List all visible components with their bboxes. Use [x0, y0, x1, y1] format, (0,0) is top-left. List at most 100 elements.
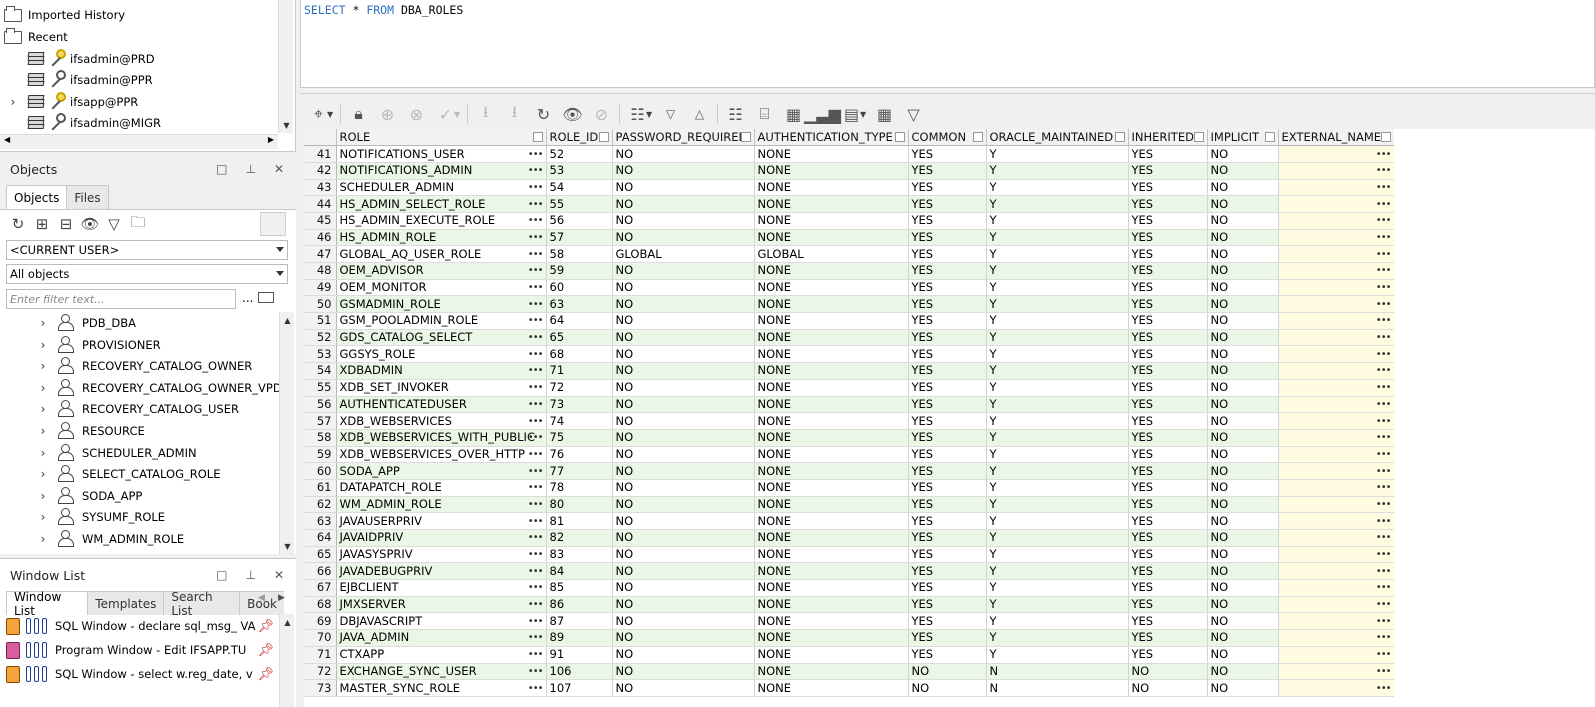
- table-cell[interactable]: •••: [1278, 679, 1394, 697]
- table-cell[interactable]: NO: [1207, 379, 1279, 397]
- table-cell[interactable]: NO: [612, 229, 755, 247]
- scroll-left-arrow-icon[interactable]: ◀: [4, 135, 10, 144]
- row-number[interactable]: 60: [304, 462, 337, 480]
- table-cell[interactable]: 63: [546, 295, 613, 314]
- table-cell[interactable]: NONE: [754, 229, 909, 247]
- cell-editor-button[interactable]: •••: [528, 447, 544, 462]
- table-row[interactable]: 66 ••• JAVADEBUGPRIV 84 NO NONE YES Y YES NO •••: [304, 562, 1394, 581]
- chevron-down-icon[interactable]: ▼: [860, 110, 870, 119]
- table-cell[interactable]: YES: [908, 345, 987, 364]
- table-row[interactable]: 43 ••• SCHEDULER_ADMIN 54 NO NONE YES Y YES NO •••: [304, 179, 1394, 197]
- cell-editor-button[interactable]: •••: [528, 547, 544, 562]
- table-cell[interactable]: NONE: [754, 462, 909, 480]
- table-cell[interactable]: NONE: [754, 195, 909, 213]
- find-icon[interactable]: 👁: [78, 212, 102, 236]
- table-cell[interactable]: YES: [908, 429, 987, 447]
- table-cell[interactable]: NO: [1207, 195, 1279, 213]
- table-cell[interactable]: •••: [1278, 429, 1394, 447]
- table-cell[interactable]: NO: [612, 579, 755, 597]
- cell-editor-button[interactable]: •••: [1376, 597, 1392, 612]
- grid-corner[interactable]: [304, 129, 337, 147]
- cell-editor-button[interactable]: •••: [1376, 497, 1392, 512]
- table-cell[interactable]: YES: [908, 279, 987, 297]
- cell-editor-button[interactable]: •••: [528, 597, 544, 612]
- cell-editor-button[interactable]: •••: [528, 330, 544, 345]
- tabs-scroll-left-icon[interactable]: ◀: [258, 593, 265, 603]
- row-number[interactable]: 51: [304, 312, 337, 330]
- table-cell[interactable]: YES: [908, 596, 987, 614]
- table-cell[interactable]: 78: [546, 479, 613, 497]
- column-filter-icon[interactable]: [894, 132, 905, 142]
- table-cell[interactable]: NO: [612, 195, 755, 213]
- table-cell[interactable]: NO: [612, 546, 755, 564]
- table-row[interactable]: 42 ••• NOTIFICATIONS_ADMIN 53 NO NONE YES Y YES N…: [304, 162, 1394, 180]
- table-cell[interactable]: Y: [986, 329, 1129, 347]
- table-cell[interactable]: Y: [986, 529, 1129, 547]
- single-record-view-icon[interactable]: ⌸: [750, 100, 779, 128]
- refresh-icon[interactable]: ↻: [6, 212, 30, 236]
- table-cell[interactable]: NO: [908, 663, 987, 681]
- table-cell[interactable]: NONE: [754, 629, 909, 647]
- table-cell[interactable]: 72: [546, 379, 613, 397]
- chevron-right-icon[interactable]: ›: [36, 338, 50, 352]
- table-cell[interactable]: YES: [1128, 212, 1208, 230]
- table-cell[interactable]: •••: [1278, 579, 1394, 597]
- table-cell[interactable]: Y: [986, 579, 1129, 597]
- table-cell[interactable]: NO: [612, 295, 755, 314]
- table-cell[interactable]: 53: [546, 162, 613, 180]
- table-cell[interactable]: NO: [1207, 496, 1279, 514]
- table-cell[interactable]: NONE: [754, 345, 909, 364]
- table-row[interactable]: 46 ••• HS_ADMIN_ROLE 57 NO NONE YES Y YES NO •••: [304, 229, 1394, 247]
- table-cell[interactable]: YES: [1128, 479, 1208, 497]
- pin-icon[interactable]: 📌︎: [257, 643, 274, 658]
- table-cell[interactable]: NO: [612, 629, 755, 647]
- cell-editor-button[interactable]: •••: [1376, 580, 1392, 595]
- table-cell[interactable]: NO: [1207, 279, 1279, 297]
- table-cell[interactable]: 55: [546, 195, 613, 213]
- table-cell[interactable]: ••• JAVAUSERPRIV: [336, 512, 547, 530]
- table-cell[interactable]: NO: [612, 529, 755, 547]
- table-cell[interactable]: ••• CTXAPP: [336, 646, 547, 664]
- filter-options-icon[interactable]: [258, 292, 274, 303]
- cell-editor-button[interactable]: •••: [528, 163, 544, 178]
- column-header[interactable]: ROLE_ID: [546, 129, 613, 147]
- table-cell[interactable]: 86: [546, 596, 613, 614]
- cell-editor-button[interactable]: •••: [1376, 330, 1392, 345]
- table-cell[interactable]: NONE: [754, 396, 909, 414]
- table-cell[interactable]: YES: [1128, 329, 1208, 347]
- next-page-icon[interactable]: ▽: [656, 100, 685, 128]
- table-cell[interactable]: YES: [908, 479, 987, 497]
- cell-editor-button[interactable]: •••: [1376, 163, 1392, 178]
- clear-icon[interactable]: ⊘: [587, 100, 616, 128]
- table-cell[interactable]: Y: [986, 212, 1129, 230]
- row-number[interactable]: 42: [304, 162, 337, 180]
- table-cell[interactable]: •••: [1278, 345, 1394, 364]
- connection-item[interactable]: › ifsapp@PPR: [6, 91, 138, 113]
- add-icon[interactable]: ⊞: [30, 212, 54, 236]
- table-cell[interactable]: YES: [908, 496, 987, 514]
- column-header[interactable]: COMMON: [908, 129, 987, 147]
- table-cell[interactable]: NO: [1207, 446, 1279, 464]
- cell-editor-button[interactable]: •••: [1376, 347, 1392, 362]
- chevron-right-icon[interactable]: ›: [36, 446, 50, 460]
- table-row[interactable]: 64 ••• JAVAIDPRIV 82 NO NONE YES Y YES NO •••: [304, 529, 1394, 547]
- cell-editor-button[interactable]: •••: [528, 180, 544, 195]
- table-cell[interactable]: Y: [986, 446, 1129, 464]
- table-cell[interactable]: NO: [612, 145, 755, 163]
- cell-editor-button[interactable]: •••: [528, 630, 544, 645]
- cell-editor-button[interactable]: •••: [528, 263, 544, 278]
- table-cell[interactable]: ••• GLOBAL_AQ_USER_ROLE: [336, 245, 547, 263]
- table-cell[interactable]: NO: [612, 362, 755, 380]
- cell-editor-button[interactable]: •••: [1376, 380, 1392, 395]
- row-number[interactable]: 62: [304, 496, 337, 514]
- column-filter-icon[interactable]: [1114, 132, 1125, 142]
- table-cell[interactable]: YES: [908, 329, 987, 347]
- table-cell[interactable]: GLOBAL: [754, 245, 909, 263]
- table-cell[interactable]: YES: [908, 512, 987, 530]
- cell-editor-button[interactable]: •••: [1376, 480, 1392, 495]
- table-cell[interactable]: Y: [986, 245, 1129, 263]
- fetch-last-icon[interactable]: ⭳: [500, 100, 529, 128]
- maximize-icon[interactable]: □: [216, 568, 227, 582]
- table-cell[interactable]: NO: [612, 279, 755, 297]
- table-cell[interactable]: YES: [908, 229, 987, 247]
